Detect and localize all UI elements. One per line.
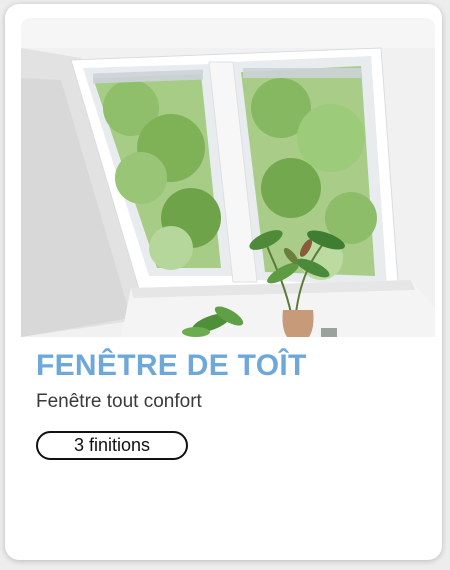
product-image[interactable] xyxy=(21,18,435,337)
roof-window-illustration xyxy=(21,18,435,337)
product-card[interactable]: FENÊTRE DE TOÎT Fenêtre tout confort 3 f… xyxy=(5,4,442,560)
product-title: FENÊTRE DE TOÎT xyxy=(36,349,307,382)
finishes-badge[interactable]: 3 finitions xyxy=(36,431,188,460)
product-subtitle: Fenêtre tout confort xyxy=(36,391,202,412)
